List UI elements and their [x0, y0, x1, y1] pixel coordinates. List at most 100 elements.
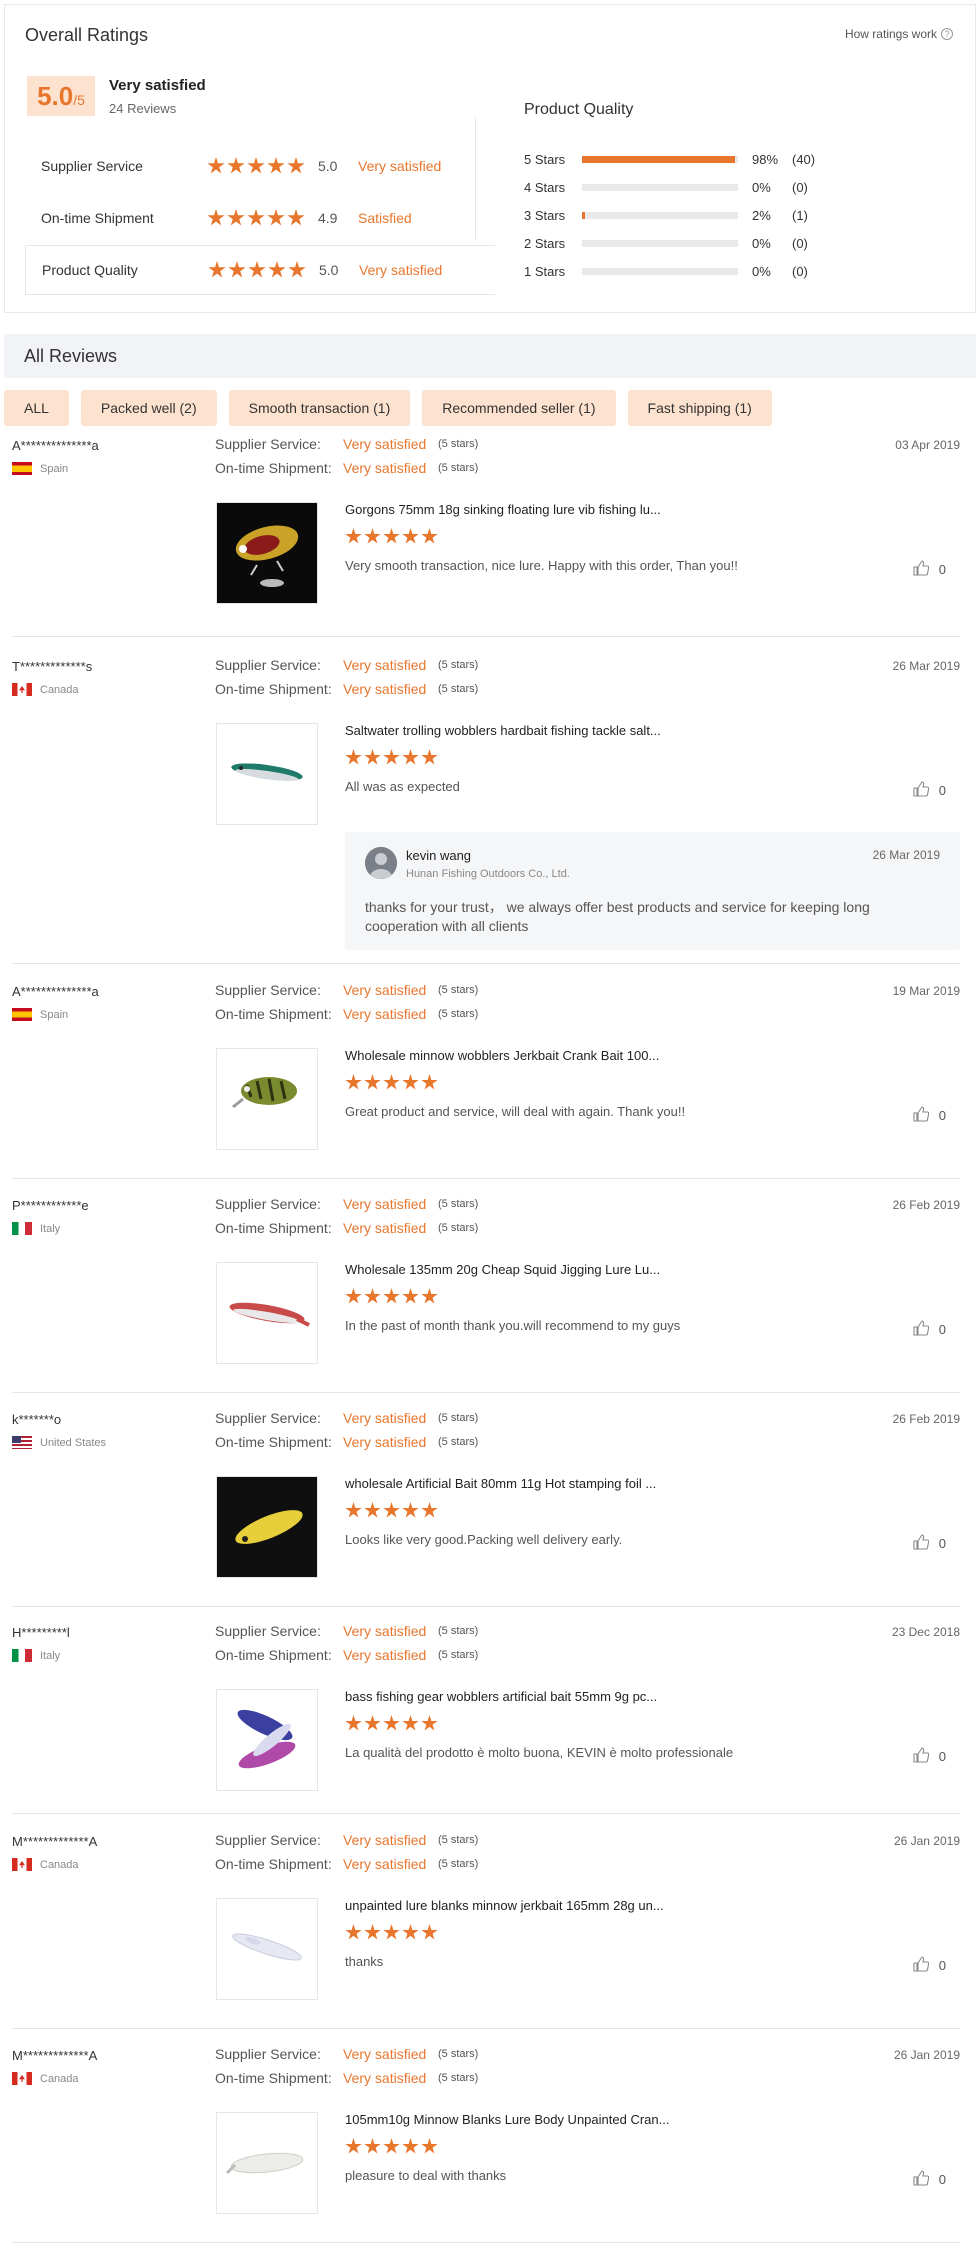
- reply-text: thanks for your trust， we always offer b…: [365, 899, 870, 934]
- supplier-service-stars-note: (5 stars): [438, 1834, 479, 1846]
- star-icon: [421, 1715, 438, 1731]
- like-button[interactable]: 0: [913, 1320, 946, 1339]
- star-icon: [383, 528, 400, 544]
- reviewer-country: Canada: [12, 2072, 79, 2085]
- product-quality-title: Product Quality: [524, 101, 634, 118]
- star-distribution-count: (1): [792, 207, 808, 223]
- on-time-shipment-rating: On-time Shipment: Very satisfied (5 stars): [215, 1006, 478, 1022]
- on-time-shipment-stars-note: (5 stars): [438, 1858, 479, 1870]
- star-icon: [383, 1074, 400, 1090]
- on-time-shipment-stars-note: (5 stars): [438, 1649, 479, 1661]
- product-thumbnail[interactable]: [216, 2112, 318, 2214]
- rating-row-on-time-shipment: On-time Shipment 4.9 Satisfied: [25, 193, 495, 243]
- product-thumbnail[interactable]: [216, 1476, 318, 1578]
- like-button[interactable]: 0: [913, 1106, 946, 1125]
- review-filter-chip[interactable]: Recommended seller (1): [422, 390, 616, 426]
- supplier-service-value: Very satisfied: [343, 1832, 427, 1848]
- star-icon: [402, 1502, 419, 1518]
- reviewer-country: Canada: [12, 683, 79, 696]
- on-time-shipment-rating: On-time Shipment: Very satisfied (5 stars): [215, 1856, 478, 1872]
- product-title-link[interactable]: Wholesale 135mm 20g Cheap Squid Jigging …: [345, 1262, 660, 1277]
- star-distribution-row: 3 Stars 2% (1): [524, 206, 844, 224]
- star-distribution-count: (0): [792, 263, 808, 279]
- rating-row-supplier-service: Supplier Service 5.0 Very satisfied: [25, 141, 495, 191]
- avatar: [365, 847, 397, 879]
- star-icon: [421, 1502, 438, 1518]
- overall-score-max: /5: [73, 92, 85, 108]
- like-button[interactable]: 0: [913, 560, 946, 579]
- product-thumbnail[interactable]: [216, 1689, 318, 1791]
- on-time-shipment-rating: On-time Shipment: Very satisfied (5 stars): [215, 460, 478, 476]
- flag-ca-icon: [12, 2072, 32, 2085]
- like-button[interactable]: 0: [913, 781, 946, 800]
- review-comment: thanks: [345, 1954, 384, 1969]
- star-distribution-percent: 2%: [752, 207, 771, 223]
- product-title-link[interactable]: Saltwater trolling wobblers hardbait fis…: [345, 723, 661, 738]
- on-time-shipment-stars-note: (5 stars): [438, 683, 479, 695]
- supplier-service-stars-note: (5 stars): [438, 659, 479, 671]
- reviewer-country: Spain: [12, 462, 68, 475]
- rating-text: Very satisfied: [359, 262, 443, 278]
- supplier-service-stars-note: (5 stars): [438, 1625, 479, 1637]
- like-button[interactable]: 0: [913, 1956, 946, 1975]
- review-filter-chip[interactable]: Smooth transaction (1): [228, 390, 411, 426]
- review-filter-chip[interactable]: Fast shipping (1): [627, 390, 772, 426]
- product-thumbnail[interactable]: [216, 1262, 318, 1364]
- product-title-link[interactable]: bass fishing gear wobblers artificial ba…: [345, 1689, 657, 1704]
- review-filter-chip[interactable]: Packed well (2): [80, 390, 217, 426]
- reviewer-name: T*************s: [12, 659, 93, 674]
- review-date: 19 Mar 2019: [892, 984, 960, 998]
- star-icon: [364, 1715, 381, 1731]
- review-filter-chip[interactable]: ALL: [4, 390, 69, 426]
- rating-row-product-quality[interactable]: Product Quality 5.0 Very satisfied: [25, 245, 495, 295]
- star-icon: [227, 209, 245, 226]
- supplier-service-value: Very satisfied: [343, 2046, 427, 2062]
- supplier-service-value: Very satisfied: [343, 436, 427, 452]
- product-thumbnail[interactable]: [216, 1048, 318, 1150]
- review-stars: [345, 1288, 438, 1305]
- flag-ca-icon: [12, 683, 32, 696]
- reviewer-country: Italy: [12, 1222, 60, 1235]
- star-icon: [383, 1924, 400, 1940]
- reviewer-name: A**************a: [12, 984, 99, 999]
- star-icon: [402, 1715, 419, 1731]
- on-time-shipment-stars-note: (5 stars): [438, 1008, 479, 1020]
- question-circle-icon: ?: [941, 28, 953, 40]
- supplier-service-label: Supplier Service:: [215, 1410, 321, 1426]
- product-thumbnail[interactable]: [216, 723, 318, 825]
- product-title-link[interactable]: wholesale Artificial Bait 80mm 11g Hot s…: [345, 1476, 656, 1491]
- like-button[interactable]: 0: [913, 1747, 946, 1766]
- product-thumbnail[interactable]: [216, 502, 318, 604]
- star-distribution-fill: [582, 155, 735, 163]
- how-ratings-work-link[interactable]: How ratings work ?: [845, 27, 953, 41]
- product-title-link[interactable]: Gorgons 75mm 18g sinking floating lure v…: [345, 502, 661, 517]
- like-button[interactable]: 0: [913, 2170, 946, 2189]
- product-thumbnail[interactable]: [216, 1898, 318, 2000]
- like-count: 0: [938, 1322, 946, 1337]
- supplier-service-value: Very satisfied: [343, 1410, 427, 1426]
- like-count: 0: [938, 1108, 946, 1123]
- like-button[interactable]: 0: [913, 1534, 946, 1553]
- reviewer-name: M*************A: [12, 2048, 98, 2063]
- overall-review-count: 24 Reviews: [109, 101, 177, 116]
- star-icon: [227, 157, 245, 174]
- supplier-service-label: Supplier Service:: [215, 1196, 321, 1212]
- product-title-link[interactable]: unpainted lure blanks minnow jerkbait 16…: [345, 1898, 664, 1913]
- product-title-link[interactable]: 105mm10g Minnow Blanks Lure Body Unpaint…: [345, 2112, 669, 2127]
- star-distribution-row: 5 Stars 98% (40): [524, 150, 844, 168]
- on-time-shipment-rating: On-time Shipment: Very satisfied (5 stars): [215, 2070, 478, 2086]
- like-count: 0: [938, 1536, 946, 1551]
- star-icon: [383, 1502, 400, 1518]
- star-icon: [247, 157, 265, 174]
- overall-score: 5.0: [37, 81, 74, 111]
- review-date: 23 Dec 2018: [891, 1625, 960, 1639]
- thumbs-up-icon: [913, 1106, 930, 1125]
- overall-ratings-card: Overall Ratings How ratings work ? 5.0 /…: [4, 4, 976, 313]
- star-icon: [364, 749, 381, 765]
- star-icon: [364, 528, 381, 544]
- star-distribution-percent: 0%: [752, 235, 771, 251]
- review-date: 26 Jan 2019: [893, 2048, 960, 2062]
- flag-it-icon: [12, 1649, 32, 1662]
- product-title-link[interactable]: Wholesale minnow wobblers Jerkbait Crank…: [345, 1048, 659, 1063]
- star-distribution-percent: 0%: [752, 179, 771, 195]
